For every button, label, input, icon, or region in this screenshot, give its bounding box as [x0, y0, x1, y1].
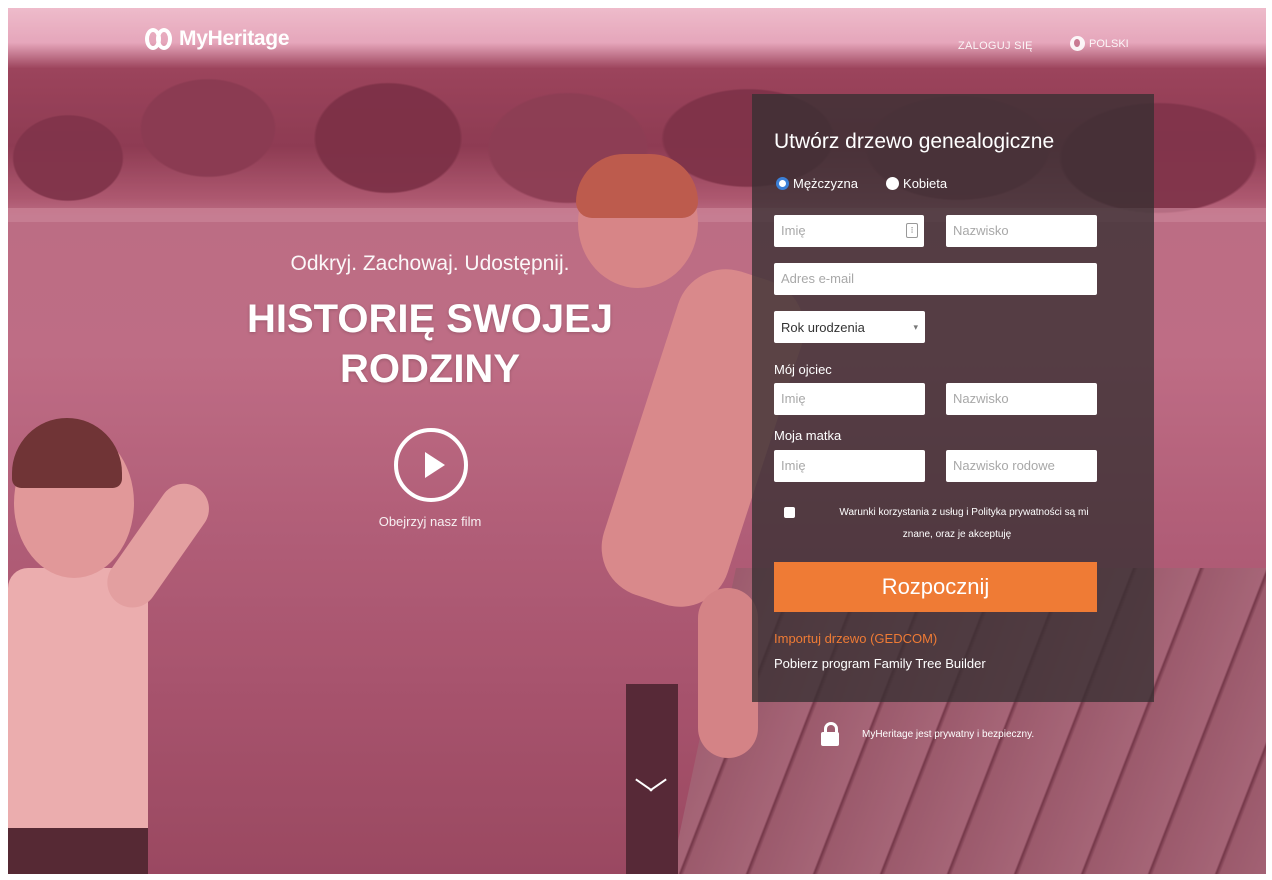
last-name-input[interactable]: Nazwisko: [946, 215, 1097, 247]
email-placeholder: Adres e-mail: [781, 271, 854, 286]
mother-label: Moja matka: [774, 428, 842, 443]
signup-panel: Utwórz drzewo genealogiczne Mężczyzna Ko…: [752, 94, 1154, 702]
father-last-name-input[interactable]: Nazwisko: [946, 383, 1097, 415]
language-label: POLSKI: [1089, 37, 1129, 50]
myheritage-logo[interactable]: MyHeritage: [145, 26, 290, 52]
gender-radio-group: Mężczyzna Kobieta: [776, 176, 947, 191]
logo-icon: [145, 26, 175, 52]
first-name-input[interactable]: Imię ⁝: [774, 215, 924, 247]
contact-card-icon: ⁝: [906, 223, 918, 238]
download-family-tree-builder-link[interactable]: Pobierz program Family Tree Builder: [774, 656, 986, 671]
globe-icon: [1070, 36, 1085, 51]
father-first-name-input[interactable]: Imię: [774, 383, 925, 415]
last-name-placeholder: Nazwisko: [953, 223, 1009, 238]
watch-video-link[interactable]: Obejrzyj nasz film: [330, 514, 530, 529]
first-name-placeholder: Imię: [781, 223, 806, 238]
mother-first-placeholder: Imię: [781, 458, 806, 473]
birth-year-value: Rok urodzenia: [781, 319, 865, 335]
login-link[interactable]: ZALOGUJ SIĘ: [958, 40, 1033, 52]
import-gedcom-link[interactable]: Importuj drzewo (GEDCOM): [774, 631, 937, 646]
security-notice: MyHeritage jest prywatny i bezpieczny.: [820, 722, 1034, 746]
gender-male-label: Mężczyzna: [793, 176, 859, 191]
radio-selected-icon: [776, 177, 789, 190]
father-label: Mój ojciec: [774, 362, 832, 377]
hero-headline: HISTORIĘ SWOJEJ RODZINY: [246, 297, 613, 391]
logo-text: MyHeritage: [179, 27, 290, 50]
lock-icon: [820, 722, 840, 746]
security-text: MyHeritage jest prywatny i bezpieczny.: [862, 728, 1035, 740]
email-input[interactable]: Adres e-mail: [774, 263, 1097, 295]
gender-male-radio[interactable]: Mężczyzna: [776, 176, 858, 191]
gender-female-label: Kobieta: [903, 176, 948, 191]
language-selector[interactable]: POLSKI: [1070, 36, 1129, 51]
father-last-placeholder: Nazwisko: [953, 391, 1009, 406]
form-title: Utwórz drzewo genealogiczne: [774, 130, 1055, 153]
father-first-placeholder: Imię: [781, 391, 806, 406]
mother-maiden-name-input[interactable]: Nazwisko rodowe: [946, 450, 1097, 482]
play-video-button[interactable]: [394, 428, 468, 502]
mother-last-placeholder: Nazwisko rodowe: [953, 458, 1055, 473]
start-button[interactable]: Rozpocznij: [774, 562, 1097, 612]
hero-tagline: Odkryj. Zachowaj. Udostępnij.: [290, 252, 570, 275]
terms-line-2: znane, oraz je akceptuję: [902, 529, 1012, 540]
radio-unselected-icon: [886, 177, 900, 190]
mother-first-name-input[interactable]: Imię: [774, 450, 925, 482]
scroll-down-chevron-icon[interactable]: [634, 772, 664, 802]
terms-text: Warunki korzystania z usług i Polityka p…: [782, 502, 1132, 546]
birth-year-select[interactable]: Rok urodzenia ▾: [774, 311, 925, 343]
terms-line-1: Warunki korzystania z usług i Polityka p…: [839, 507, 1089, 518]
dropdown-arrow-icon: ▾: [913, 321, 918, 332]
gender-female-radio[interactable]: Kobieta: [886, 176, 947, 191]
